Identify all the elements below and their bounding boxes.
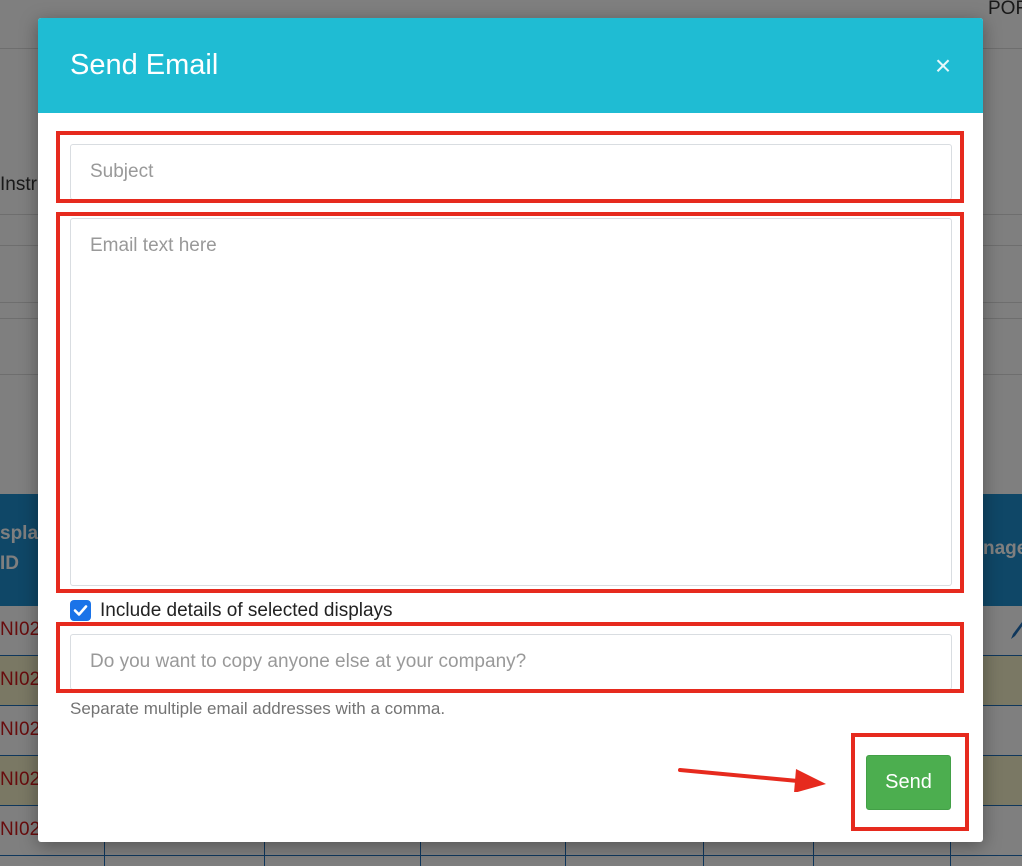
modal-header: Send Email × (38, 18, 983, 113)
send-button[interactable]: Send (866, 755, 951, 810)
include-details-checkbox[interactable] (70, 600, 91, 621)
modal-title: Send Email (70, 49, 219, 81)
cc-help-text: Separate multiple email addresses with a… (70, 699, 446, 718)
send-email-modal: Send Email × Include details of selected… (38, 18, 983, 842)
close-icon[interactable]: × (928, 51, 958, 81)
email-body-textarea[interactable] (70, 218, 952, 586)
cc-email-input[interactable] (70, 634, 952, 690)
include-details-label[interactable]: Include details of selected displays (100, 599, 393, 623)
checkmark-icon (73, 605, 88, 616)
subject-input[interactable] (70, 144, 952, 200)
